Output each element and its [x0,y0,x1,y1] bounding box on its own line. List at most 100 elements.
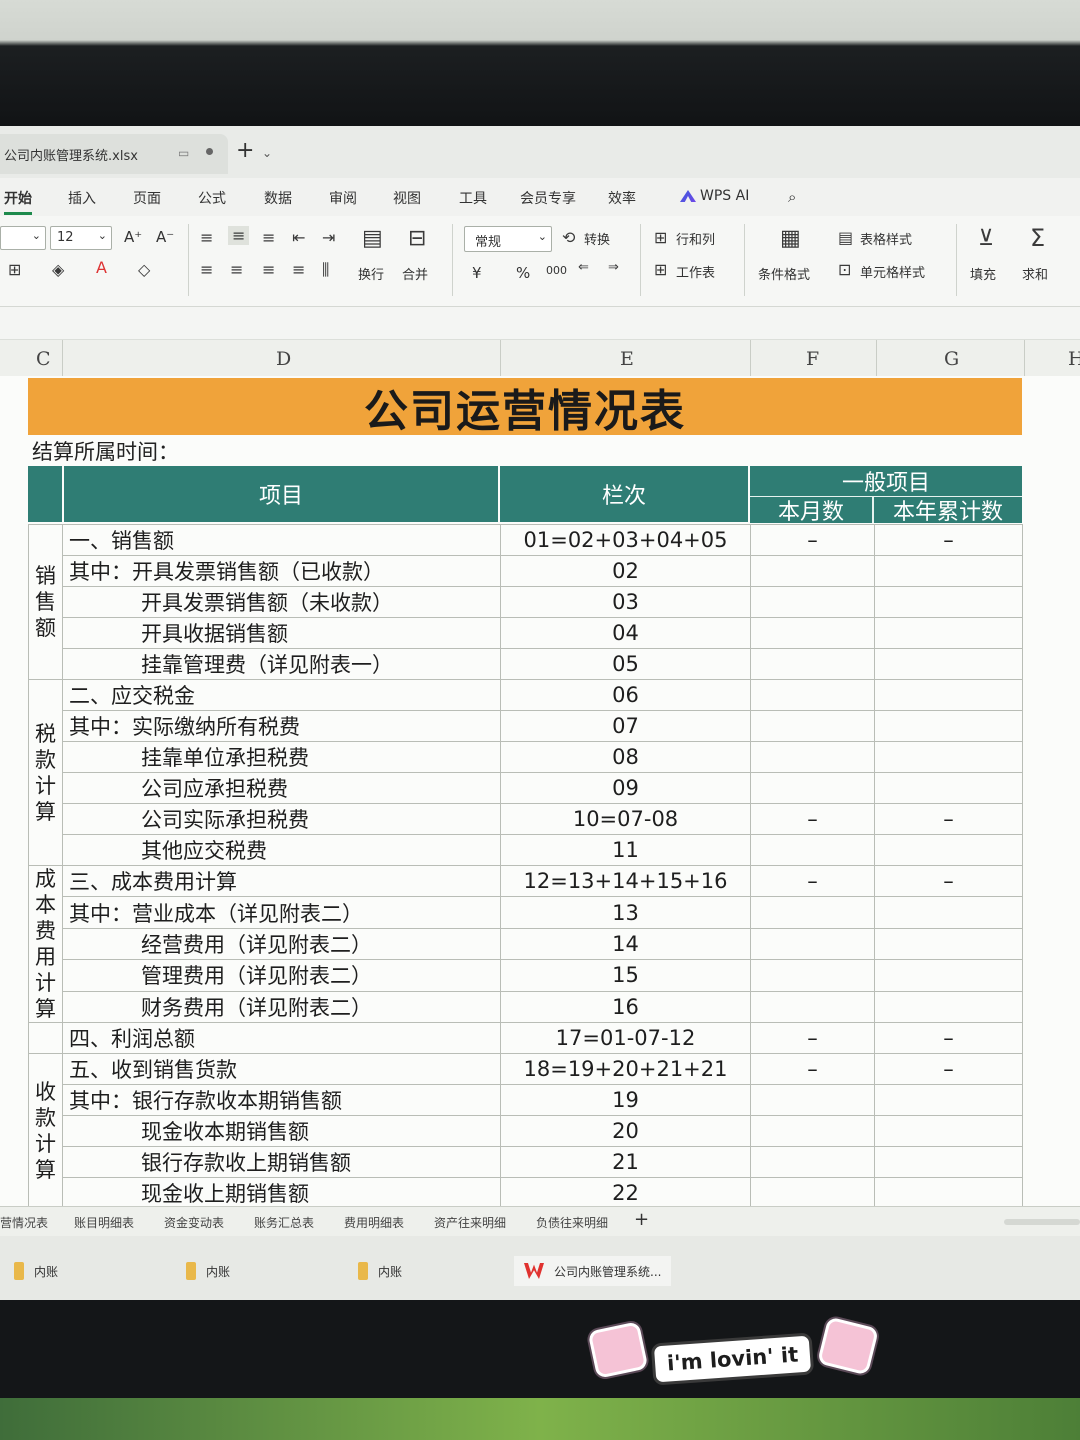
column-header-e[interactable]: E [620,348,634,370]
code-cell[interactable]: 22 [500,1177,751,1206]
section-label[interactable]: 成本费用计算 [28,865,63,1023]
menu-insert[interactable]: 插入 [68,188,96,208]
taskbar-item-folder[interactable]: 内账 [186,1256,230,1286]
font-name-select[interactable]: ⌄ [0,226,46,250]
item-cell[interactable]: 银行存款收上期销售额 [62,1146,501,1178]
add-sheet-button[interactable]: + [634,1209,649,1230]
row-col-label[interactable]: 行和列 [676,229,715,248]
column-header-d[interactable]: D [276,348,291,370]
item-cell[interactable]: 其中：银行存款收本期销售额 [62,1084,501,1116]
justify-icon[interactable]: ≡ [292,260,305,279]
sheet-tab-liabilities[interactable]: 负债往来明细 [536,1214,608,1231]
sum-icon[interactable]: Σ [1030,224,1045,252]
spreadsheet-grid[interactable]: 公司运营情况表 结算所属时间： 项目 栏次 一般项目 本月数 本年累计数 销售额… [0,376,1080,1206]
code-cell[interactable]: 09 [500,772,751,804]
chevron-down-icon[interactable]: ⌄ [262,146,272,160]
item-cell[interactable]: 三、成本费用计算 [62,864,501,898]
item-cell[interactable]: 现金收本期销售额 [62,1115,501,1147]
menu-efficiency[interactable]: 效率 [608,188,636,208]
indent-decrease-icon[interactable]: ⇤ [292,228,305,247]
sheet-tab-funds[interactable]: 资金变动表 [164,1214,224,1231]
code-cell[interactable]: 12=13+14+15+16 [500,864,751,898]
code-cell[interactable]: 17=01-07-12 [500,1022,751,1054]
year-cell[interactable]: – [874,1053,1023,1085]
month-cell[interactable] [750,896,875,929]
cell-style-label[interactable]: 单元格样式 [860,262,925,281]
taskbar-item-folder[interactable]: 内账 [358,1256,402,1286]
code-cell[interactable]: 16 [500,990,751,1024]
code-cell[interactable]: 21 [500,1146,751,1178]
year-cell[interactable] [874,959,1023,992]
item-cell[interactable]: 挂靠管理费（详见附表一） [62,648,501,680]
convert-icon[interactable]: ⟲ [562,228,575,247]
number-format-select[interactable]: 常规 ⌄ [464,226,552,252]
item-cell[interactable]: 其中：开具发票销售额（已收款） [62,555,501,587]
code-cell[interactable]: 02 [500,555,751,587]
year-cell[interactable] [874,1146,1023,1178]
cell-style-icon[interactable]: ⊡ [838,260,851,279]
year-cell[interactable] [874,834,1023,866]
item-cell[interactable]: 四、利润总额 [62,1022,501,1054]
formula-bar[interactable] [0,307,1080,340]
year-cell[interactable]: – [874,864,1023,898]
table-style-icon[interactable]: ▤ [838,228,853,247]
month-cell[interactable] [750,927,875,961]
file-tab[interactable]: 公司内账管理系统.xlsx ▭ [0,134,228,174]
convert-label[interactable]: 转换 [584,229,610,248]
font-shrink-button[interactable]: A⁻ [156,228,174,246]
item-cell[interactable]: 其他应交税费 [62,834,501,866]
sheet-tab-summary[interactable]: 账务汇总表 [254,1214,314,1231]
month-cell[interactable]: – [750,1022,875,1054]
merge-cells-icon[interactable]: ⊟ [408,226,426,251]
year-cell[interactable] [874,555,1023,587]
item-cell[interactable]: 开具发票销售额（未收款） [62,586,501,618]
item-cell[interactable]: 二、应交税金 [62,679,501,711]
item-cell[interactable]: 挂靠单位承担税费 [62,741,501,773]
section-label[interactable]: 税款计算 [28,679,63,866]
currency-button[interactable]: ¥ [472,264,482,282]
section-label[interactable] [28,1022,63,1054]
year-cell[interactable] [874,1177,1023,1206]
item-cell[interactable]: 公司应承担税费 [62,772,501,804]
year-cell[interactable] [874,679,1023,711]
fill-label[interactable]: 填充 [970,264,996,283]
month-cell[interactable] [750,990,875,1024]
code-cell[interactable]: 10=07-08 [500,803,751,835]
code-cell[interactable]: 15 [500,959,751,992]
item-cell[interactable]: 其中：实际缴纳所有税费 [62,710,501,742]
sheet-tab-expenses[interactable]: 费用明细表 [344,1214,404,1231]
horizontal-scrollbar[interactable] [1004,1219,1080,1225]
month-cell[interactable] [750,555,875,587]
table-style-label[interactable]: 表格样式 [860,229,912,248]
menu-formula[interactable]: 公式 [198,188,226,208]
year-cell[interactable] [874,990,1023,1024]
month-cell[interactable] [750,679,875,711]
month-cell[interactable] [750,710,875,742]
fill-color-icon[interactable]: ◈ [52,260,64,279]
month-cell[interactable]: – [750,864,875,898]
month-cell[interactable] [750,1146,875,1178]
new-tab-button[interactable]: + [236,138,254,163]
item-cell[interactable]: 五、收到销售货款 [62,1053,501,1085]
item-cell[interactable]: 开具收据销售额 [62,617,501,649]
month-cell[interactable] [750,741,875,773]
code-cell[interactable]: 01=02+03+04+05 [500,524,751,556]
sheet-tab-accounts[interactable]: 账目明细表 [74,1214,134,1231]
month-cell[interactable] [750,648,875,680]
code-cell[interactable]: 06 [500,679,751,711]
sum-label[interactable]: 求和 [1022,264,1048,283]
year-cell[interactable]: – [874,803,1023,835]
menu-home[interactable]: 开始 [4,188,32,215]
decimal-increase-icon[interactable]: ⇐ [578,260,589,275]
code-cell[interactable]: 03 [500,586,751,618]
month-cell[interactable] [750,834,875,866]
align-middle-icon[interactable]: ≡ [228,226,250,245]
menu-review[interactable]: 审阅 [329,188,357,208]
menu-member[interactable]: 会员专享 [520,188,576,208]
year-cell[interactable] [874,648,1023,680]
month-cell[interactable]: – [750,803,875,835]
wrap-text-icon[interactable]: ▤ [362,226,383,251]
year-cell[interactable] [874,586,1023,618]
code-cell[interactable]: 13 [500,896,751,929]
clear-format-icon[interactable]: ◇ [138,260,150,279]
